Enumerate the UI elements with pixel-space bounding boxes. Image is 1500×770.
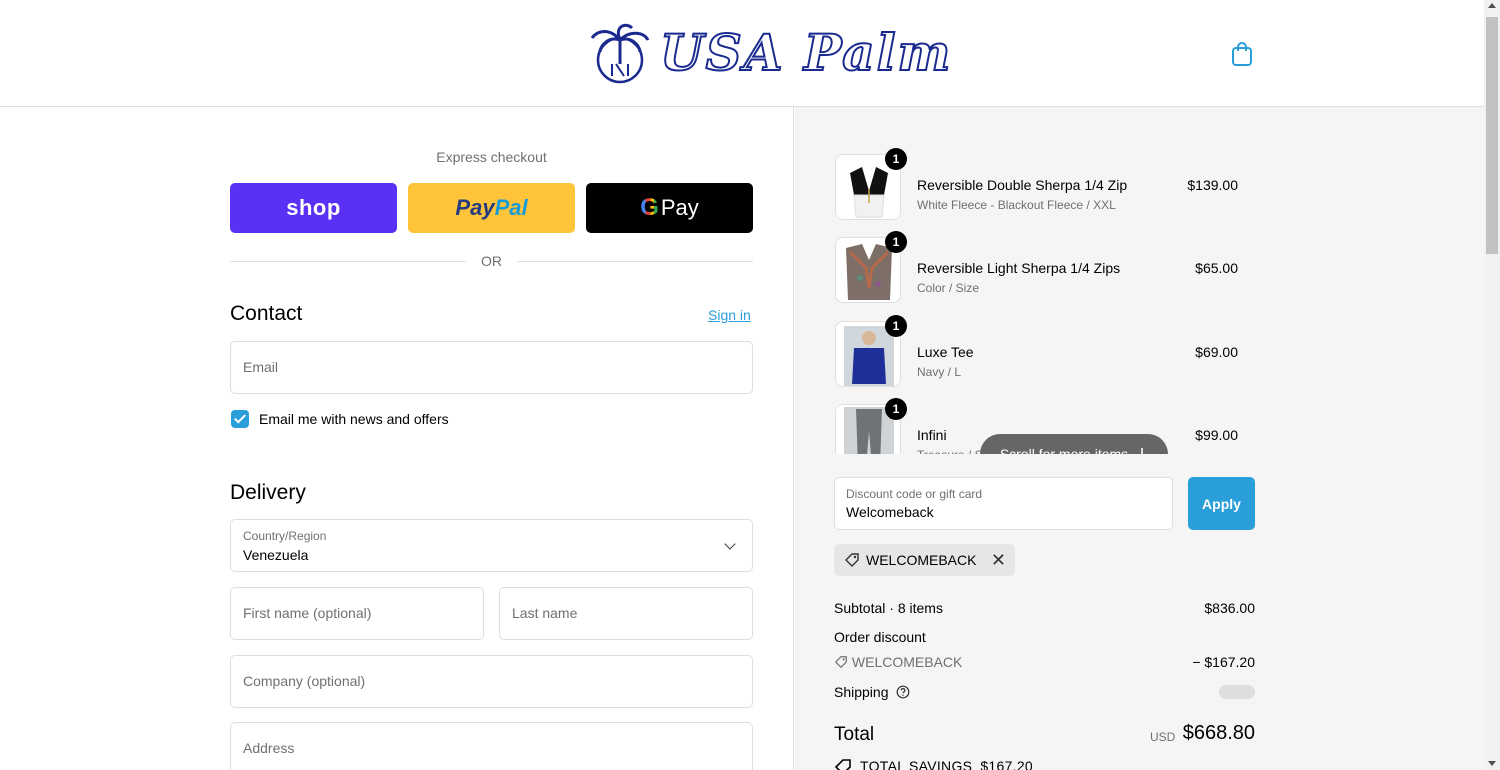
company-placeholder: Company (optional)	[243, 673, 366, 689]
item-price: $99.00	[1195, 427, 1238, 443]
discount-code-text: WELCOMEBACK	[851, 654, 963, 670]
applied-code: WELCOMEBACK	[866, 552, 977, 568]
quantity-badge: 1	[885, 148, 907, 170]
discount-value: Welcomeback	[846, 504, 934, 520]
discount-amount: − $167.20	[1192, 654, 1255, 670]
total-savings: TOTAL SAVINGS $167.20	[834, 758, 1033, 770]
shipping-loading-placeholder	[1219, 685, 1255, 699]
total-label: Total	[834, 724, 875, 745]
paypal-label-pal: Pal	[494, 195, 528, 220]
site-header: USA Palm	[0, 0, 1484, 107]
subtotal-value: $836.00	[1204, 600, 1255, 616]
discount-code-row: WELCOMEBACK − $167.20	[834, 654, 1255, 670]
savings-label: TOTAL SAVINGS	[860, 758, 973, 770]
paypal-button[interactable]: Pay Pal	[408, 183, 575, 233]
google-pay-label: Pay	[660, 195, 699, 220]
item-name: Luxe Tee	[917, 344, 974, 360]
cart-item: 1 Reversible Double Sherpa 1/4 Zip White…	[834, 148, 1238, 224]
apply-button[interactable]: Apply	[1188, 477, 1255, 530]
last-name-field[interactable]: Last name	[499, 587, 753, 640]
palm-logo-icon	[590, 23, 650, 84]
arrow-down-icon	[1138, 448, 1147, 454]
total-value: $668.80	[1182, 722, 1255, 744]
scrollbar-thumb[interactable]	[1486, 17, 1498, 254]
savings-tag-icon	[834, 759, 851, 770]
delivery-title: Delivery	[230, 481, 306, 504]
quantity-badge: 1	[885, 398, 907, 420]
order-discount-row: Order discount	[834, 629, 1255, 645]
total-currency: USD	[1150, 730, 1176, 744]
item-variant: White Fleece - Blackout Fleece / XXL	[917, 198, 1116, 212]
discount-label: Discount code or gift card	[846, 487, 983, 501]
applied-discount-chip: WELCOMEBACK ✕	[834, 544, 1015, 576]
discount-code-field[interactable]: Discount code or gift card Welcomeback	[834, 477, 1173, 530]
country-value: Venezuela	[243, 547, 309, 563]
page-scrollbar[interactable]	[1484, 0, 1500, 770]
brand-name: USA Palm	[659, 22, 953, 83]
shopping-bag-icon[interactable]	[1230, 41, 1254, 67]
paypal-label-pay: Pay	[455, 195, 495, 220]
scroll-up-arrow-icon[interactable]	[1488, 3, 1496, 8]
cart-item: 1 Reversible Light Sherpa 1/4 Zips Color…	[834, 231, 1238, 307]
item-price: $69.00	[1195, 344, 1238, 360]
scroll-hint-label: Scroll for more items	[999, 446, 1129, 454]
or-divider: OR	[230, 253, 753, 269]
tag-icon	[834, 656, 847, 669]
remove-discount-close-icon[interactable]: ✕	[991, 551, 1006, 569]
item-price: $65.00	[1195, 260, 1238, 276]
email-field[interactable]: Email	[230, 341, 753, 394]
item-variant: Navy / L	[917, 365, 962, 379]
contact-title: Contact	[230, 302, 303, 325]
item-name: Reversible Double Sherpa 1/4 Zip	[917, 177, 1128, 193]
newsletter-checkbox[interactable]	[231, 410, 249, 428]
subtotal-label: Subtotal · 8 items	[834, 600, 943, 616]
quantity-badge: 1	[885, 315, 907, 337]
company-field[interactable]: Company (optional)	[230, 655, 753, 708]
first-name-placeholder: First name (optional)	[243, 605, 372, 621]
google-pay-button[interactable]: G Pay	[586, 183, 753, 233]
country-label: Country/Region	[243, 529, 327, 543]
scroll-down-arrow-icon[interactable]	[1488, 761, 1496, 766]
google-g-icon: G	[640, 194, 659, 221]
shipping-label: Shipping	[834, 684, 889, 700]
newsletter-label[interactable]: Email me with news and offers	[259, 411, 449, 427]
country-select[interactable]: Country/Region Venezuela	[230, 519, 753, 572]
item-price: $139.00	[1187, 177, 1238, 193]
subtotal-row: Subtotal · 8 items $836.00	[834, 600, 1255, 616]
address-field[interactable]: Address	[230, 722, 753, 770]
cart-items-list[interactable]: 1 Reversible Double Sherpa 1/4 Zip White…	[834, 146, 1255, 454]
brand-logo[interactable]: USA Palm	[586, 20, 952, 86]
item-name: Reversible Light Sherpa 1/4 Zips	[917, 260, 1121, 276]
express-checkout-title: Express checkout	[436, 149, 547, 165]
order-discount-label: Order discount	[834, 629, 926, 645]
chevron-down-icon	[724, 538, 736, 550]
shipping-row: Shipping	[834, 684, 1255, 700]
quantity-badge: 1	[885, 231, 907, 253]
first-name-field[interactable]: First name (optional)	[230, 587, 484, 640]
item-variant: Color / Size	[917, 281, 980, 295]
tag-icon	[845, 553, 859, 567]
order-summary: 1 Reversible Double Sherpa 1/4 Zip White…	[795, 107, 1484, 770]
item-variant: Treasure / S	[917, 448, 983, 454]
cart-item: 1 Luxe Tee Navy / L $69.00	[834, 315, 1238, 391]
email-placeholder: Email	[243, 359, 279, 375]
shop-pay-button[interactable]: shop	[230, 183, 397, 233]
scroll-for-more-button[interactable]: Scroll for more items	[980, 434, 1168, 454]
shop-pay-label: shop	[286, 195, 341, 220]
sign-in-link[interactable]: Sign in	[708, 307, 751, 323]
help-icon[interactable]	[896, 685, 910, 699]
address-placeholder: Address	[243, 740, 295, 756]
savings-value: $167.20	[980, 758, 1034, 770]
divider-line-right	[517, 261, 753, 262]
item-name: Infini	[917, 427, 947, 443]
checkout-form: Express checkout shop Pay Pal G Pay OR Con…	[0, 107, 794, 770]
last-name-placeholder: Last name	[512, 605, 578, 621]
